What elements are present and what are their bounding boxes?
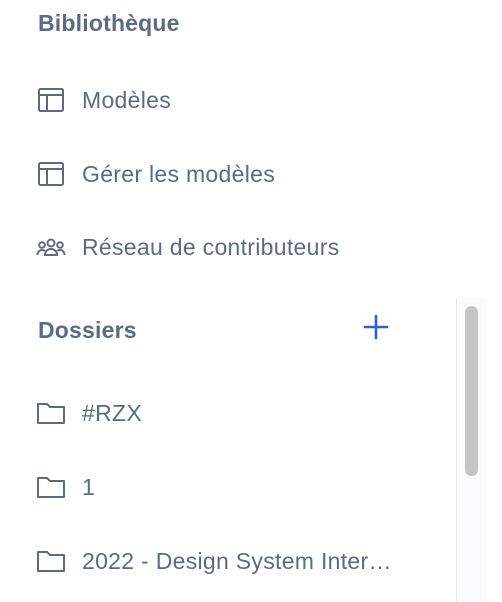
users-icon xyxy=(36,232,66,262)
sidebar-item-label: Réseau de contributeurs xyxy=(82,233,340,260)
sidebar-item-label: Gérer les modèles xyxy=(82,160,276,187)
folder-item[interactable]: 2022 - Design System Inter… xyxy=(36,541,392,581)
library-section-title: Bibliothèque xyxy=(38,10,180,36)
folder-icon xyxy=(36,398,66,428)
sidebar-item-label: Modèles xyxy=(82,86,172,113)
folder-label: 1 xyxy=(82,473,96,500)
folder-icon xyxy=(36,472,66,502)
sidebar-item-manage-models[interactable]: Gérer les modèles xyxy=(36,154,275,194)
folders-section-title: Dossiers xyxy=(38,317,137,343)
folder-label: #RZX xyxy=(82,399,142,426)
scrollbar-track[interactable] xyxy=(456,298,487,602)
folder-label: 2022 - Design System Inter… xyxy=(82,547,392,574)
template-icon xyxy=(36,85,66,115)
plus-icon xyxy=(362,313,390,346)
scrollbar-thumb[interactable] xyxy=(465,306,478,476)
sidebar-item-contributors[interactable]: Réseau de contributeurs xyxy=(36,227,340,267)
sidebar-item-models[interactable]: Modèles xyxy=(36,80,171,120)
folder-icon xyxy=(36,546,66,576)
sidebar-panel: Bibliothèque Modèles Gérer les modèles R… xyxy=(0,0,502,602)
template-icon xyxy=(36,159,66,189)
folder-item[interactable]: #RZX xyxy=(36,393,142,433)
folder-item[interactable]: 1 xyxy=(36,467,95,507)
add-folder-button[interactable] xyxy=(360,313,392,345)
